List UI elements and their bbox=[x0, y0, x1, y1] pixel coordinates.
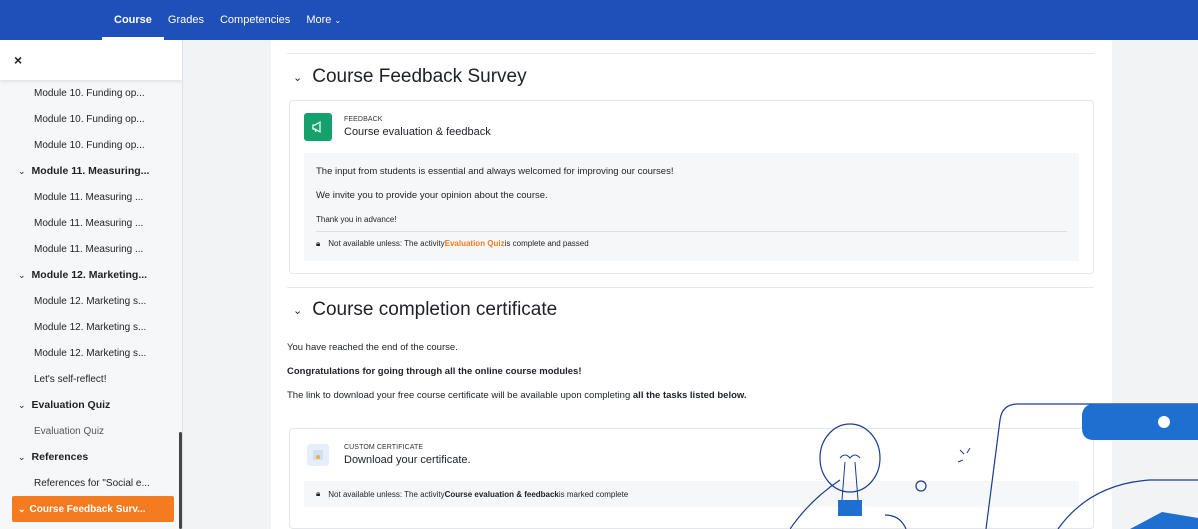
tab-competencies[interactable]: Competencies bbox=[220, 0, 300, 40]
tab-more-label: More bbox=[306, 14, 332, 26]
summary-text: The link to download your free course ce… bbox=[287, 390, 747, 401]
chevron-down-icon[interactable]: ⌄ bbox=[18, 166, 26, 177]
section-heading-certificate[interactable]: ⌄ Course completion certificate bbox=[293, 299, 557, 321]
divider bbox=[287, 287, 1094, 288]
summary-text: You have reached the end of the course. bbox=[287, 342, 458, 353]
tab-more[interactable]: More ⌄ bbox=[306, 0, 351, 40]
drawer-header: × bbox=[0, 40, 182, 80]
chevron-down-icon[interactable]: ⌄ bbox=[18, 400, 26, 411]
certificate-icon bbox=[307, 444, 329, 466]
description-text: We invite you to provide your opinion ab… bbox=[316, 189, 548, 201]
lock-icon: 🔒︎ bbox=[316, 238, 321, 248]
activity-header: CUSTOM CERTIFICATE Download your certifi… bbox=[290, 429, 1093, 481]
summary-text-part: The link to download your free course ce… bbox=[287, 390, 633, 401]
availability-restriction: 🔒︎ Not available unless: The activity Co… bbox=[304, 481, 1079, 507]
tab-course-label: Course bbox=[114, 14, 152, 26]
tab-grades[interactable]: Grades bbox=[168, 0, 214, 40]
activity-description: The input from students is essential and… bbox=[304, 153, 1079, 261]
close-icon[interactable]: × bbox=[14, 52, 22, 68]
chevron-down-icon[interactable]: ⌄ bbox=[18, 270, 26, 281]
course-index-item[interactable]: Module 10. Funding op... bbox=[18, 80, 182, 106]
course-index-item[interactable]: Module 10. Funding op... bbox=[18, 106, 182, 132]
chevron-down-icon: ⌄ bbox=[334, 15, 342, 25]
chevron-down-icon[interactable]: ⌄ bbox=[18, 504, 26, 515]
section-title: Course completion certificate bbox=[312, 299, 558, 320]
course-index-section[interactable]: ⌄ Evaluation Quiz bbox=[18, 392, 182, 418]
chevron-down-icon[interactable]: ⌄ bbox=[293, 304, 302, 317]
description-text: Thank you in advance! bbox=[316, 214, 397, 224]
restriction-link[interactable]: Evaluation Quiz bbox=[445, 239, 505, 248]
activity-link[interactable]: Download your certificate. bbox=[344, 454, 471, 466]
course-index-item[interactable]: Module 11. Measuring ... bbox=[18, 210, 182, 236]
course-index-item[interactable]: Module 10. Funding op... bbox=[18, 132, 182, 158]
course-index-drawer: × Module 10. Funding op... Module 10. Fu… bbox=[0, 40, 183, 529]
section-title: Course Feedback Survey bbox=[312, 66, 527, 87]
course-index-item[interactable]: Module 12. Marketing s... bbox=[18, 340, 182, 366]
section-label: Module 11. Measuring... bbox=[31, 165, 150, 177]
section-label: Course Feedback Surv... bbox=[29, 503, 146, 515]
restriction-text: Not available unless: The activity bbox=[328, 239, 445, 248]
drawer-scrollbar[interactable] bbox=[179, 432, 182, 529]
summary-text: Congratulations for going through all th… bbox=[287, 366, 582, 377]
course-index-list: Module 10. Funding op... Module 10. Fund… bbox=[0, 80, 182, 522]
chevron-down-icon[interactable]: ⌄ bbox=[293, 71, 302, 84]
course-index-item[interactable]: Let's self-reflect! bbox=[18, 366, 182, 392]
course-index-section-current[interactable]: ⌄ Course Feedback Surv... bbox=[12, 496, 174, 522]
divider bbox=[287, 53, 1094, 54]
tab-course[interactable]: Course bbox=[102, 0, 164, 40]
tab-competencies-label: Competencies bbox=[219, 14, 291, 26]
activity-link[interactable]: Course evaluation & feedback bbox=[344, 126, 491, 138]
description-text: The input from students is essential and… bbox=[316, 165, 674, 177]
course-index-section[interactable]: ⌄ References bbox=[18, 444, 182, 470]
summary-text-bold: all the tasks listed below. bbox=[632, 390, 747, 401]
chevron-down-icon[interactable]: ⌄ bbox=[18, 452, 26, 463]
lock-icon: 🔒︎ bbox=[316, 489, 321, 498]
course-index-item[interactable]: Evaluation Quiz bbox=[18, 418, 182, 444]
section-heading-feedback[interactable]: ⌄ Course Feedback Survey bbox=[293, 66, 527, 88]
course-index-section[interactable]: ⌄ Module 12. Marketing... bbox=[18, 262, 182, 288]
course-index-item[interactable]: References for "Social e... bbox=[18, 470, 182, 496]
course-index-section[interactable]: ⌄ Module 11. Measuring... bbox=[18, 158, 182, 184]
top-nav: Course Grades Competencies More ⌄ bbox=[0, 0, 1198, 40]
course-tabs: Course Grades Competencies More ⌄ bbox=[102, 0, 357, 40]
restriction-bold: Course evaluation & feedback bbox=[444, 489, 559, 499]
restriction-text: is marked complete bbox=[558, 489, 629, 499]
activity-type: CUSTOM CERTIFICATE bbox=[344, 444, 424, 451]
megaphone-icon bbox=[304, 113, 332, 141]
course-content: ⌄ Course Feedback Survey FEEDBACK Course… bbox=[271, 40, 1112, 529]
restriction-text: Not available unless: The activity bbox=[328, 489, 445, 499]
course-index-item[interactable]: Module 12. Marketing s... bbox=[18, 314, 182, 340]
course-index-item[interactable]: Module 12. Marketing s... bbox=[18, 288, 182, 314]
availability-restriction: 🔒︎ Not available unless: The activity Ev… bbox=[316, 231, 1067, 255]
activity-type: FEEDBACK bbox=[344, 116, 383, 123]
course-index-item[interactable]: Module 11. Measuring ... bbox=[18, 184, 182, 210]
section-label: Module 12. Marketing... bbox=[31, 269, 148, 281]
restriction-text: is complete and passed bbox=[504, 239, 589, 248]
section-label: References bbox=[31, 451, 89, 463]
section-label: Evaluation Quiz bbox=[31, 399, 111, 411]
activity-certificate: CUSTOM CERTIFICATE Download your certifi… bbox=[289, 428, 1094, 529]
course-index-item[interactable]: Module 11. Measuring ... bbox=[18, 236, 182, 262]
tab-grades-label: Grades bbox=[167, 14, 204, 26]
activity-feedback: FEEDBACK Course evaluation & feedback Th… bbox=[289, 100, 1094, 274]
activity-header: FEEDBACK Course evaluation & feedback bbox=[290, 101, 1093, 153]
